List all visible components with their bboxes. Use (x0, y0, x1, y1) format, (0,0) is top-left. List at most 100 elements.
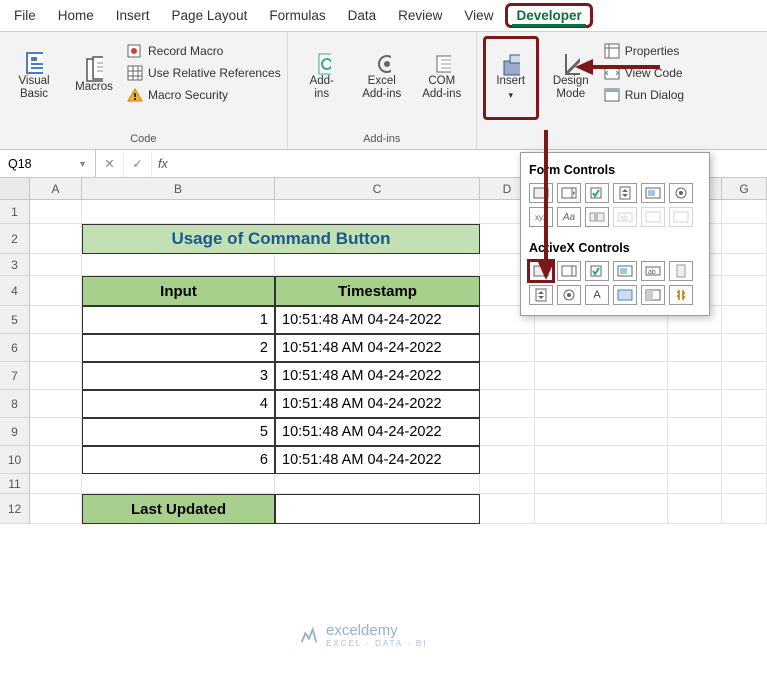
cell[interactable] (722, 306, 767, 334)
fx-label[interactable]: fx (152, 157, 174, 171)
cell[interactable] (30, 276, 82, 306)
tab-view[interactable]: View (454, 3, 503, 28)
row-header[interactable]: 4 (0, 276, 30, 306)
cell[interactable] (30, 200, 82, 224)
cell[interactable] (480, 390, 535, 418)
cell[interactable] (722, 418, 767, 446)
table-cell-input[interactable]: 6 (82, 446, 275, 474)
row-header[interactable]: 9 (0, 418, 30, 446)
row-header[interactable]: 5 (0, 306, 30, 334)
cell[interactable] (480, 494, 535, 524)
cancel-button[interactable]: ✕ (96, 150, 124, 177)
col-header[interactable]: C (275, 178, 480, 199)
cell[interactable] (30, 494, 82, 524)
table-cell-timestamp[interactable]: 10:51:48 AM 04-24-2022 (275, 334, 480, 362)
name-box[interactable]: Q18▼ (0, 150, 96, 177)
activex-more[interactable] (669, 285, 693, 305)
table-cell-timestamp[interactable]: 10:51:48 AM 04-24-2022 (275, 362, 480, 390)
cell[interactable] (30, 390, 82, 418)
cell[interactable] (722, 474, 767, 494)
cell[interactable] (535, 362, 668, 390)
cell[interactable] (535, 390, 668, 418)
macro-security-button[interactable]: Macro Security (126, 84, 281, 106)
cell[interactable] (480, 334, 535, 362)
form-label[interactable]: Aa (557, 207, 581, 227)
row-header[interactable]: 12 (0, 494, 30, 524)
table-cell-timestamp[interactable]: 10:51:48 AM 04-24-2022 (275, 446, 480, 474)
tab-pagelayout[interactable]: Page Layout (162, 3, 258, 28)
cell[interactable] (722, 362, 767, 390)
cell[interactable] (30, 306, 82, 334)
col-header[interactable]: G (722, 178, 767, 199)
cell[interactable] (722, 446, 767, 474)
form-spinner[interactable] (613, 183, 637, 203)
activex-combobox[interactable] (557, 261, 581, 281)
cell[interactable] (668, 446, 722, 474)
activex-image[interactable] (613, 285, 637, 305)
cell[interactable] (30, 446, 82, 474)
table-cell-input[interactable]: 1 (82, 306, 275, 334)
cell[interactable] (722, 276, 767, 306)
cell[interactable] (722, 390, 767, 418)
form-listbox[interactable] (641, 183, 665, 203)
cell[interactable] (668, 390, 722, 418)
macros-button[interactable]: Macros (66, 36, 122, 120)
cell[interactable] (275, 474, 480, 494)
table-cell-input[interactable]: 2 (82, 334, 275, 362)
com-addins-button[interactable]: COM Add-ins (414, 36, 470, 120)
cell[interactable] (722, 200, 767, 224)
cell[interactable] (668, 474, 722, 494)
last-updated-value[interactable] (275, 494, 480, 524)
use-relative-button[interactable]: Use Relative References (126, 62, 281, 84)
cell[interactable] (722, 494, 767, 524)
cell[interactable] (668, 334, 722, 362)
cell[interactable] (30, 362, 82, 390)
row-header[interactable]: 2 (0, 224, 30, 254)
table-cell-timestamp[interactable]: 10:51:48 AM 04-24-2022 (275, 390, 480, 418)
row-header[interactable]: 11 (0, 474, 30, 494)
cell[interactable] (82, 200, 275, 224)
cell[interactable] (30, 418, 82, 446)
row-header[interactable]: 3 (0, 254, 30, 276)
cell[interactable] (535, 418, 668, 446)
cell[interactable] (82, 474, 275, 494)
record-macro-button[interactable]: Record Macro (126, 40, 281, 62)
cell[interactable] (480, 446, 535, 474)
cell[interactable] (30, 474, 82, 494)
form-option[interactable] (669, 183, 693, 203)
activex-checkbox[interactable] (585, 261, 609, 281)
activex-listbox[interactable] (613, 261, 637, 281)
activex-scrollbar[interactable] (669, 261, 693, 281)
table-cell-input[interactable]: 5 (82, 418, 275, 446)
cell[interactable] (535, 474, 668, 494)
cell[interactable] (535, 446, 668, 474)
cell[interactable] (30, 224, 82, 254)
tab-formulas[interactable]: Formulas (259, 3, 335, 28)
col-header[interactable]: A (30, 178, 82, 199)
run-dialog-button[interactable]: Run Dialog (603, 84, 684, 106)
row-header[interactable]: 6 (0, 334, 30, 362)
cell[interactable] (535, 334, 668, 362)
row-header[interactable]: 8 (0, 390, 30, 418)
col-header[interactable]: B (82, 178, 275, 199)
cell[interactable] (535, 494, 668, 524)
cell[interactable] (480, 418, 535, 446)
form-scrollbar[interactable] (585, 207, 609, 227)
tab-review[interactable]: Review (388, 3, 452, 28)
cell[interactable] (30, 254, 82, 276)
table-cell-input[interactable]: 3 (82, 362, 275, 390)
form-combobox[interactable] (557, 183, 581, 203)
cell[interactable] (30, 334, 82, 362)
excel-addins-button[interactable]: Excel Add-ins (354, 36, 410, 120)
activex-spin[interactable] (529, 285, 553, 305)
row-header[interactable]: 1 (0, 200, 30, 224)
tab-data[interactable]: Data (338, 3, 387, 28)
chevron-down-icon[interactable]: ▼ (78, 159, 87, 169)
insert-controls-button[interactable]: Insert ▾ (483, 36, 539, 120)
addins-button[interactable]: Add- ins (294, 36, 350, 120)
activex-option[interactable] (557, 285, 581, 305)
enter-button[interactable]: ✓ (124, 150, 152, 177)
table-cell-timestamp[interactable]: 10:51:48 AM 04-24-2022 (275, 418, 480, 446)
tab-developer[interactable]: Developer (505, 3, 592, 28)
activex-label[interactable]: A (585, 285, 609, 305)
